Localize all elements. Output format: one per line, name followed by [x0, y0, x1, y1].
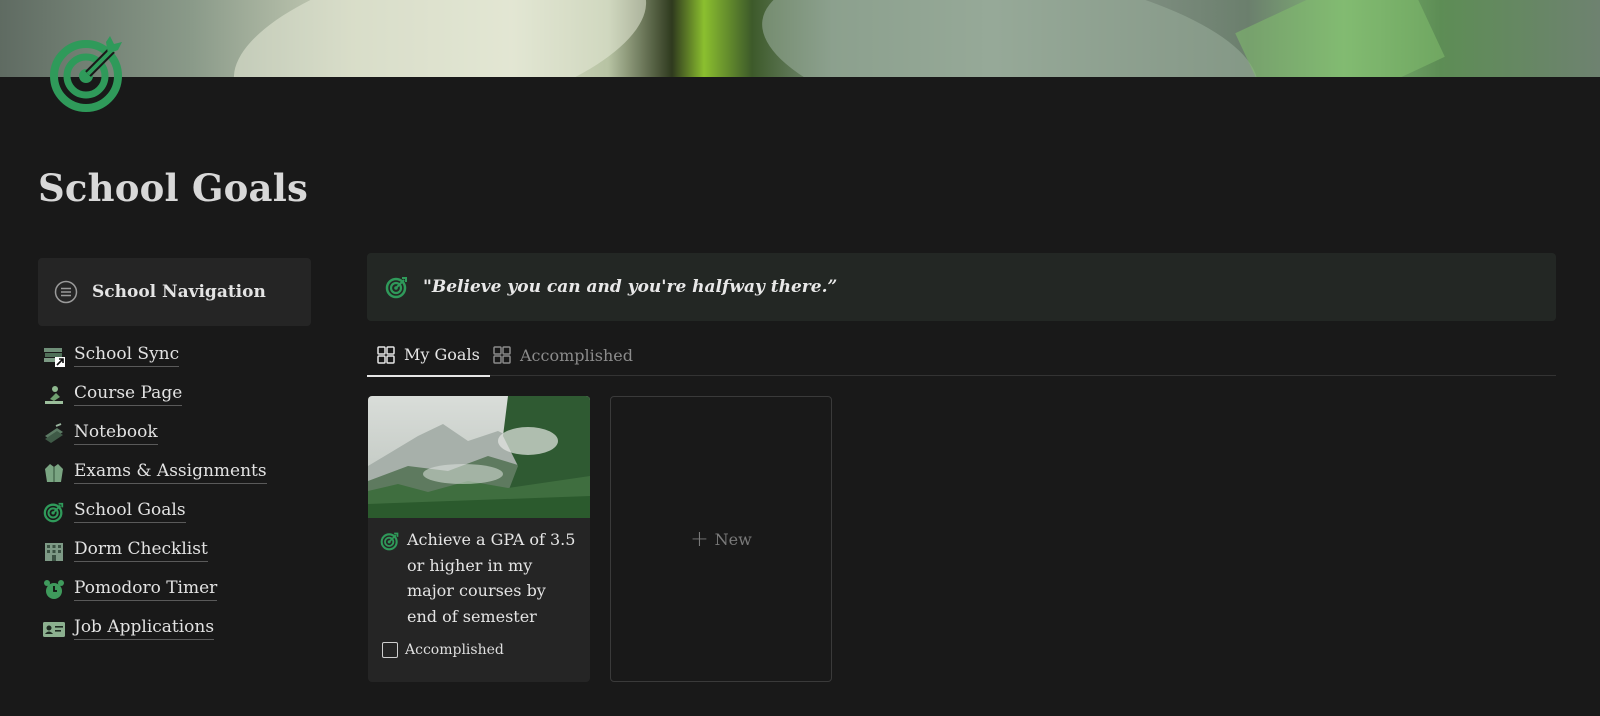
sidebar-item-label: Job Applications: [74, 617, 215, 640]
sidebar-item-label: Notebook: [74, 422, 158, 445]
gallery-icon: [377, 345, 395, 364]
accomplished-property: Accomplished: [382, 642, 504, 658]
accomplished-checkbox[interactable]: [382, 642, 398, 658]
accomplished-label: Accomplished: [405, 642, 504, 658]
sidebar-item-exams-assignments[interactable]: Exams & Assignments: [42, 453, 312, 492]
sidebar-item-notebook[interactable]: Notebook: [42, 414, 312, 453]
sidebar-item-job-applications[interactable]: Job Applications: [42, 609, 312, 648]
sidebar-item-label: Dorm Checklist: [74, 539, 208, 562]
sidebar-item-label: Pomodoro Timer: [74, 578, 218, 601]
tab-my-goals[interactable]: My Goals: [367, 334, 490, 377]
sidebar-item-label: Exams & Assignments: [74, 461, 267, 484]
cover-image: [0, 0, 1600, 77]
goal-title-text: Achieve a GPA of 3.5 or higher in my maj…: [407, 530, 576, 626]
sidebar-item-school-goals[interactable]: School Goals: [42, 492, 312, 531]
building-icon: [42, 539, 66, 563]
alarm-clock-icon: [42, 578, 66, 602]
view-tabs: My Goals Accomplished: [367, 334, 1556, 377]
quote-text: "Believe you can and you're halfway ther…: [423, 277, 838, 297]
id-card-icon: [42, 617, 66, 641]
sidebar-item-school-sync[interactable]: School Sync: [42, 336, 312, 375]
new-label: New: [714, 529, 752, 549]
gallery-icon: [493, 346, 511, 364]
quote-callout: "Believe you can and you're halfway ther…: [367, 253, 1556, 321]
sidebar-item-dorm-checklist[interactable]: Dorm Checklist: [42, 531, 312, 570]
goal-title: Achieve a GPA of 3.5 or higher in my maj…: [380, 527, 580, 629]
books-link-icon: [42, 344, 66, 368]
menu-circle-icon: [54, 280, 78, 304]
sidebar-nav-list: School Sync Course Page Notebook Exams &…: [42, 336, 312, 648]
plus-icon: +: [690, 526, 709, 552]
student-desk-icon: [42, 383, 66, 407]
notebook-icon: [42, 422, 66, 446]
tab-accomplished[interactable]: Accomplished: [493, 334, 633, 376]
sidebar-item-pomodoro-timer[interactable]: Pomodoro Timer: [42, 570, 312, 609]
school-navigation-callout: School Navigation: [38, 258, 311, 326]
tab-label: My Goals: [404, 345, 480, 364]
target-icon[interactable]: [48, 32, 128, 112]
goal-card[interactable]: Achieve a GPA of 3.5 or higher in my maj…: [368, 396, 590, 682]
sidebar-item-course-page[interactable]: Course Page: [42, 375, 312, 414]
new-card-button[interactable]: + New: [610, 396, 832, 682]
page-title: School Goals: [38, 166, 308, 210]
tab-label: Accomplished: [520, 345, 633, 365]
card-cover-image: [368, 396, 590, 518]
target-icon: [385, 277, 407, 299]
page-root: School Goals School Navigation School Sy…: [0, 0, 1600, 716]
school-navigation-label: School Navigation: [92, 282, 266, 302]
target-icon: [42, 500, 66, 524]
target-icon: [380, 532, 399, 551]
sidebar-item-label: Course Page: [74, 383, 183, 406]
jacket-icon: [42, 461, 66, 485]
sidebar-item-label: School Goals: [74, 500, 186, 523]
sidebar-item-label: School Sync: [74, 344, 180, 367]
